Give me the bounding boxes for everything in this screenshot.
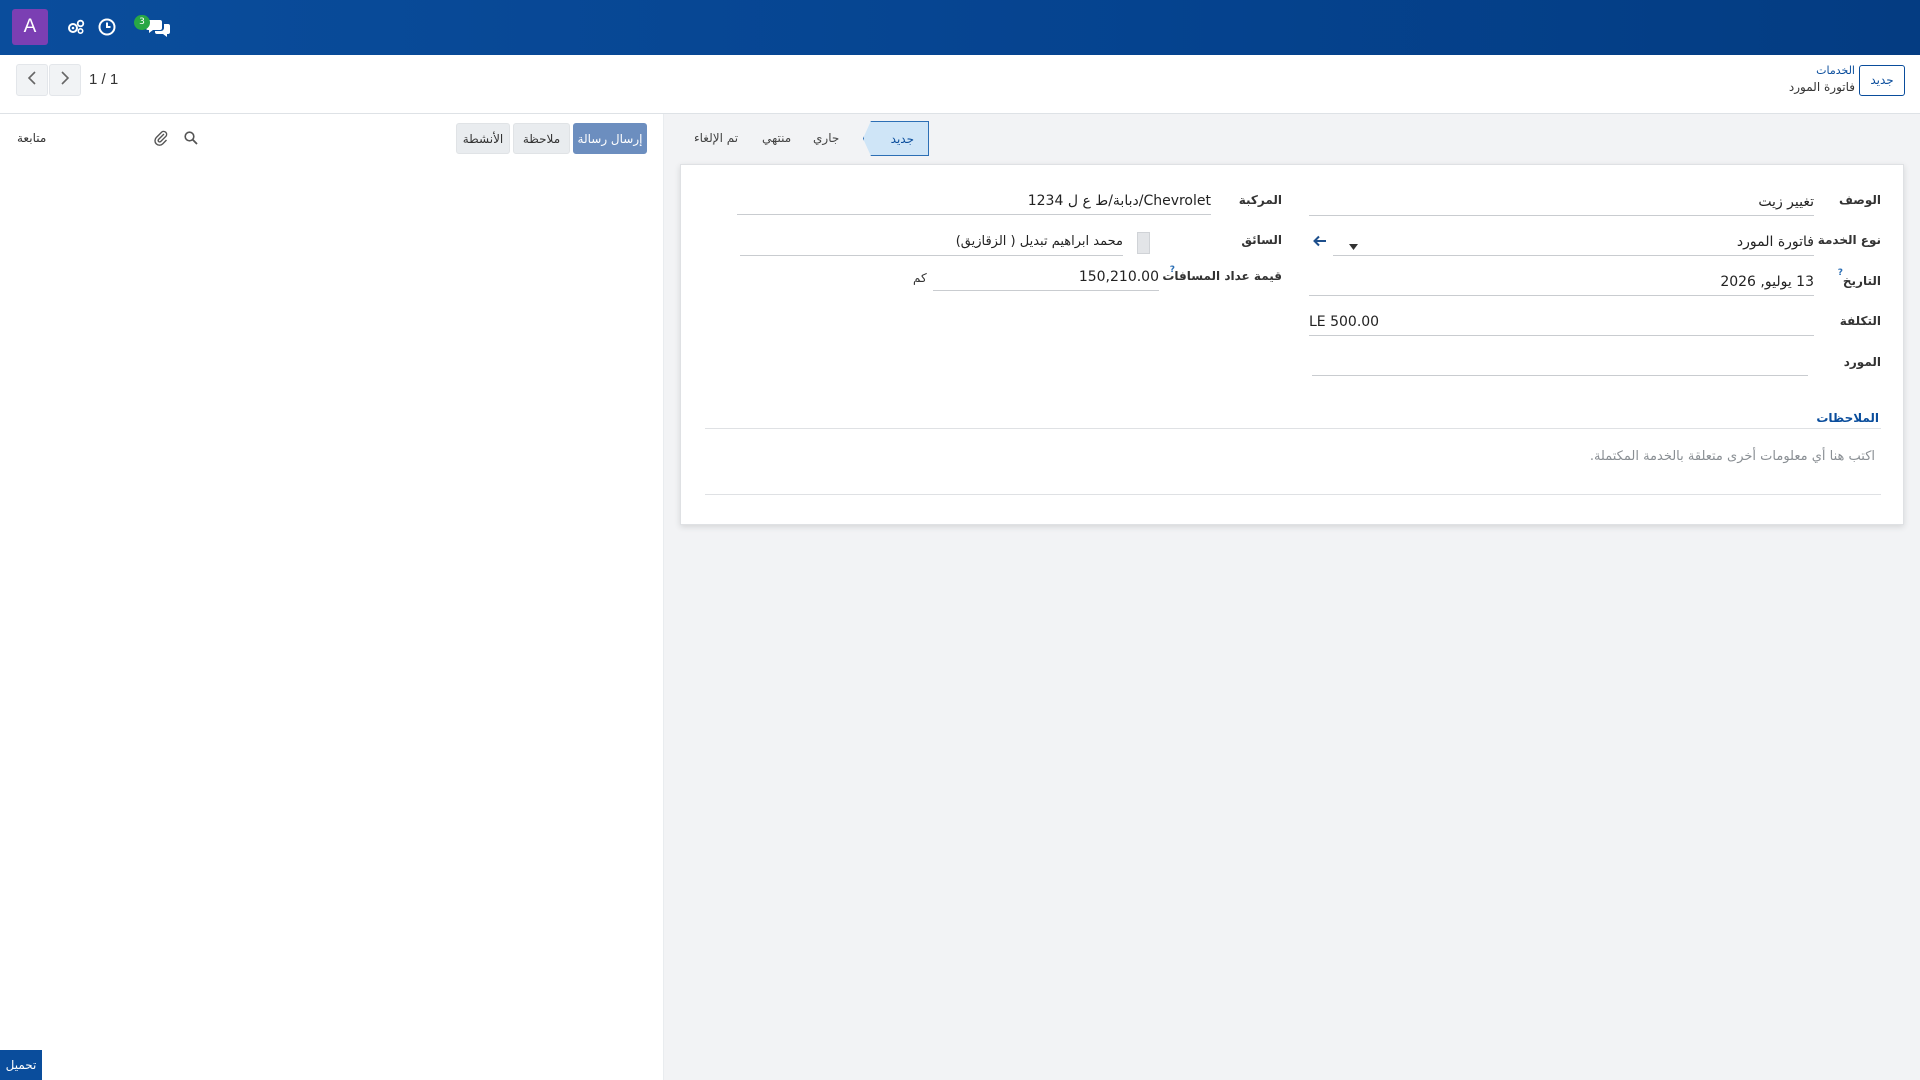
chatter-panel: إرسال رسالة ملاحظة الأنشطة متابعة bbox=[0, 114, 664, 1080]
notes-textarea[interactable]: اكتب هنا أي معلومات أخرى متعلقة بالخدمة … bbox=[1590, 449, 1875, 464]
cost-input[interactable]: LE 500.00 bbox=[1309, 310, 1814, 336]
debug-icon[interactable] bbox=[64, 15, 88, 39]
follow-button[interactable]: متابعة bbox=[17, 131, 46, 145]
chat-count-badge: 3 bbox=[134, 15, 150, 30]
pager-previous-button[interactable] bbox=[16, 64, 48, 96]
service-type-select[interactable]: فاتورة المورد bbox=[1333, 230, 1814, 256]
pager-next-button[interactable] bbox=[49, 64, 81, 96]
odometer-help-icon[interactable]: ? bbox=[1170, 265, 1175, 275]
new-record-button[interactable]: جديد bbox=[1859, 65, 1905, 96]
vendor-input[interactable] bbox=[1312, 350, 1808, 376]
control-panel: 1 / 1 الخدمات فاتورة المورد جديد bbox=[0, 55, 1920, 114]
vendor-label: المورد bbox=[1843, 355, 1881, 369]
activities-button[interactable]: الأنشطة bbox=[456, 123, 510, 154]
upload-button[interactable]: تحميل bbox=[0, 1050, 42, 1080]
vehicle-input[interactable]: Chevrolet/دبابة/ط ع ل 1234 bbox=[737, 189, 1211, 215]
date-input[interactable]: 13 يوليو, 2026 bbox=[1309, 270, 1814, 296]
driver-label: السائق bbox=[1241, 233, 1282, 247]
status-bar: جديد جاري منتهي تم الإلغاء bbox=[680, 121, 1920, 156]
form-area: جديد جاري منتهي تم الإلغاء الوصف تغيير ز… bbox=[664, 114, 1920, 1080]
chatter-topbar: إرسال رسالة ملاحظة الأنشطة متابعة bbox=[0, 114, 664, 162]
top-navbar: A 3 bbox=[0, 0, 1920, 55]
send-message-button[interactable]: إرسال رسالة bbox=[573, 123, 647, 154]
chevron-down-icon[interactable] bbox=[1349, 239, 1358, 254]
breadcrumb-parent-link[interactable]: الخدمات bbox=[1789, 64, 1855, 78]
notes-divider-bottom bbox=[705, 494, 1881, 495]
description-input[interactable]: تغيير زيت bbox=[1309, 190, 1814, 216]
date-label: التاريخ bbox=[1842, 274, 1881, 288]
driver-avatar bbox=[1137, 232, 1150, 254]
notes-divider-top bbox=[705, 428, 1881, 429]
cost-label: التكلفة bbox=[1839, 314, 1881, 328]
odometer-unit: كم bbox=[913, 271, 927, 285]
clock-icon[interactable] bbox=[95, 15, 119, 39]
tab-notes[interactable]: الملاحظات bbox=[1816, 411, 1879, 425]
paperclip-icon[interactable] bbox=[152, 129, 170, 147]
description-label: الوصف bbox=[1838, 193, 1881, 207]
vehicle-label: المركبة bbox=[1238, 193, 1282, 207]
date-help-icon[interactable]: ? bbox=[1838, 268, 1843, 278]
breadcrumb-current: فاتورة المورد bbox=[1788, 80, 1855, 94]
pager-value[interactable]: 1 / 1 bbox=[89, 71, 118, 88]
breadcrumb: الخدمات فاتورة المورد bbox=[1789, 64, 1855, 96]
driver-input[interactable]: محمد ابراهيم تبديل ( الزقازيق) bbox=[740, 230, 1123, 256]
form-sheet: الوصف تغيير زيت نوع الخدمة فاتورة المورد… bbox=[680, 164, 1904, 525]
stage-done[interactable]: منتهي bbox=[762, 121, 791, 156]
odometer-input[interactable]: 150,210.00 bbox=[933, 265, 1159, 291]
service-type-label: نوع الخدمة bbox=[1817, 233, 1881, 247]
stage-in-progress[interactable]: جاري bbox=[813, 121, 839, 156]
search-icon[interactable] bbox=[182, 129, 200, 147]
user-avatar[interactable]: A bbox=[12, 9, 48, 45]
stage-new[interactable]: جديد bbox=[863, 121, 929, 156]
internal-link-arrow-icon[interactable] bbox=[1313, 235, 1327, 251]
odometer-label: قيمة عداد المسافات bbox=[1162, 269, 1282, 283]
chevron-left-icon bbox=[27, 71, 37, 89]
log-note-button[interactable]: ملاحظة bbox=[513, 123, 570, 154]
stage-cancelled[interactable]: تم الإلغاء bbox=[694, 121, 738, 156]
chevron-right-icon bbox=[60, 71, 70, 89]
service-type-value: فاتورة المورد bbox=[1736, 234, 1814, 250]
